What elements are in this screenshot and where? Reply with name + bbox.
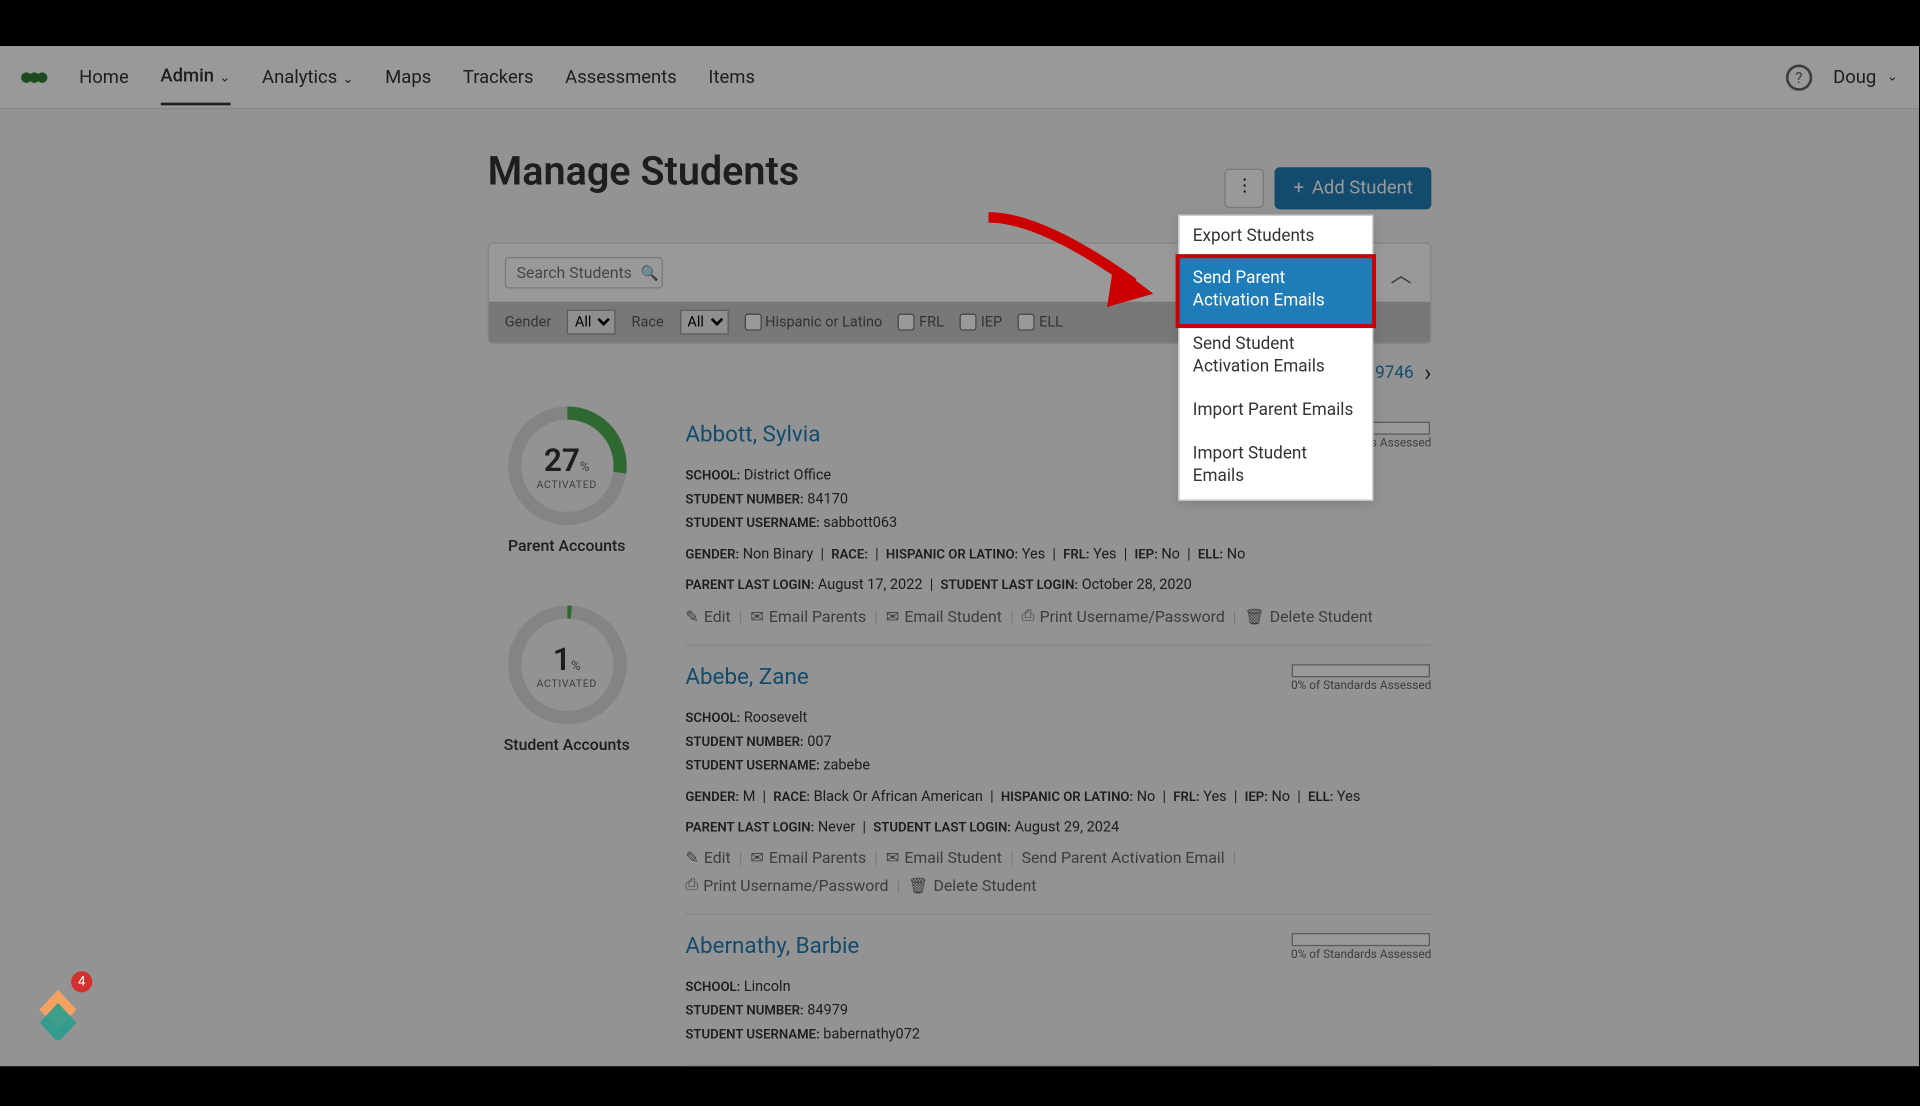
pencil-icon: ✎	[685, 849, 698, 867]
dropdown-send-parent-activation[interactable]: Send Parent Activation Emails	[1176, 255, 1376, 329]
hispanic-checkbox[interactable]: Hispanic or Latino	[744, 314, 882, 331]
email-student-link[interactable]: ✉Email Student	[886, 849, 1002, 867]
email-parents-link[interactable]: ✉Email Parents	[750, 607, 866, 625]
chevron-down-icon: ⌄	[342, 72, 353, 86]
delete-link[interactable]: 🗑Delete Student	[908, 876, 1036, 894]
gender-label: Gender	[505, 314, 551, 331]
printer-icon: ⎙	[685, 875, 698, 895]
more-actions-button[interactable]: ⋮	[1225, 168, 1265, 208]
plus-icon: +	[1293, 177, 1303, 198]
edit-link[interactable]: ✎Edit	[685, 849, 730, 867]
email-parents-link[interactable]: ✉Email Parents	[750, 849, 866, 867]
progress-text: 0% of Standards Assessed	[1291, 680, 1431, 693]
nav-home[interactable]: Home	[79, 51, 129, 104]
user-menu[interactable]: Doug⌄	[1833, 66, 1898, 87]
page-next-button[interactable]: ›	[1424, 360, 1431, 388]
kebab-icon: ⋮	[1236, 183, 1254, 192]
nav-trackers[interactable]: Trackers	[463, 51, 534, 104]
envelope-icon: ✉	[750, 607, 763, 625]
search-icon: 🔍	[641, 264, 659, 281]
ell-checkbox[interactable]: ELL	[1018, 314, 1063, 331]
help-icon[interactable]: ?	[1786, 64, 1812, 90]
print-link[interactable]: ⎙Print Username/Password	[1022, 606, 1225, 626]
nav-maps[interactable]: Maps	[385, 51, 431, 104]
chat-badge: 4	[71, 971, 92, 992]
dropdown-import-parent-emails[interactable]: Import Parent Emails	[1180, 390, 1372, 433]
envelope-icon: ✉	[750, 849, 763, 867]
search-input[interactable]: 🔍	[505, 257, 663, 289]
nav-analytics[interactable]: Analytics⌄	[262, 51, 354, 104]
chevron-down-icon: ⌄	[1887, 70, 1898, 84]
student-card: Abernathy, Barbie 0% of Standards Assess…	[685, 915, 1431, 1067]
delete-link[interactable]: 🗑Delete Student	[1244, 607, 1372, 625]
nav-items[interactable]: Items	[708, 51, 755, 104]
envelope-icon: ✉	[886, 849, 899, 867]
nav-assessments[interactable]: Assessments	[565, 51, 677, 104]
progress-bar	[1291, 664, 1429, 677]
printer-icon: ⎙	[1022, 606, 1035, 626]
student-accounts-donut: 1% ACTIVATED	[504, 602, 629, 727]
pencil-icon: ✎	[685, 607, 698, 625]
page-title: Manage Students	[488, 149, 799, 195]
dropdown-export-students[interactable]: Export Students	[1180, 215, 1372, 258]
gender-select[interactable]: All	[567, 310, 616, 335]
dropdown-import-student-emails[interactable]: Import Student Emails	[1180, 433, 1372, 499]
add-student-button[interactable]: + Add Student	[1275, 167, 1431, 209]
nav-admin[interactable]: Admin⌄	[160, 49, 230, 104]
parent-accounts-label: Parent Accounts	[508, 536, 625, 554]
trash-icon: 🗑	[908, 876, 928, 894]
chat-widget[interactable]: 4	[26, 977, 89, 1040]
edit-link[interactable]: ✎Edit	[685, 607, 730, 625]
iep-checkbox[interactable]: IEP	[960, 314, 1002, 331]
chevron-down-icon: ⌄	[219, 70, 230, 84]
envelope-icon: ✉	[886, 607, 899, 625]
student-name-link[interactable]: Abebe, Zane	[685, 664, 808, 690]
progress-text: 0% of Standards Assessed	[1291, 949, 1431, 962]
trash-icon: 🗑	[1244, 607, 1264, 625]
parent-accounts-donut: 27% ACTIVATED	[504, 403, 629, 528]
email-student-link[interactable]: ✉Email Student	[886, 607, 1002, 625]
actions-dropdown: Export Students Send Parent Activation E…	[1178, 214, 1373, 500]
send-parent-activation-link[interactable]: Send Parent Activation Email	[1022, 849, 1225, 867]
frl-checkbox[interactable]: FRL	[898, 314, 944, 331]
collapse-filters-button[interactable]: ︿	[1388, 260, 1414, 286]
brand-logo[interactable]	[21, 64, 53, 90]
student-name-link[interactable]: Abernathy, Barbie	[685, 933, 859, 959]
race-select[interactable]: All	[679, 310, 728, 335]
top-navbar: Home Admin⌄ Analytics⌄ Maps Trackers Ass…	[0, 46, 1919, 109]
student-accounts-label: Student Accounts	[504, 735, 630, 753]
print-link[interactable]: ⎙Print Username/Password	[685, 875, 888, 895]
student-name-link[interactable]: Abbott, Sylvia	[685, 422, 820, 448]
race-label: Race	[632, 314, 664, 331]
student-card: Abebe, Zane 0% of Standards Assessed SCH…	[685, 646, 1431, 915]
progress-bar	[1291, 933, 1429, 946]
dropdown-send-student-activation[interactable]: Send Student Activation Emails	[1180, 324, 1372, 390]
